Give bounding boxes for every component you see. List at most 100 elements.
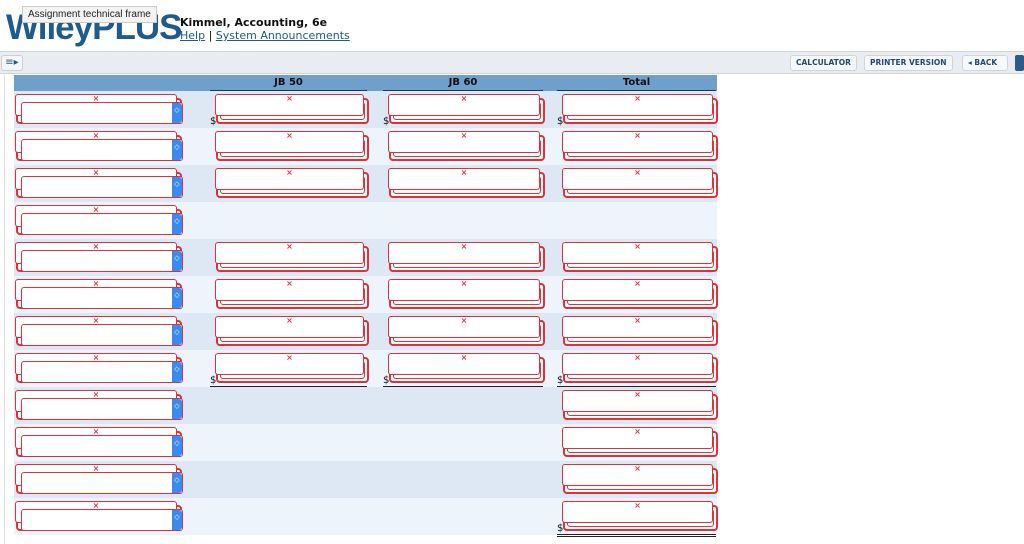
- amount-input-total[interactable]: ×: [562, 316, 718, 346]
- table-row: × ◇: [14, 202, 717, 239]
- total-underline: [557, 534, 716, 537]
- table-row: × ◇ × × ×: [14, 239, 718, 276]
- account-select-field[interactable]: × ◇: [15, 464, 183, 494]
- amount-input-total[interactable]: ×: [562, 501, 718, 531]
- toolbar: ≡▸ CALCULATOR PRINTER VERSION ◂ BACK: [0, 52, 1024, 74]
- account-select[interactable]: ◇: [21, 102, 183, 124]
- tooltip: Assignment technical frame: [22, 6, 157, 23]
- select-chevron-icon: ◇: [172, 473, 182, 493]
- header: WileyPLUS Assignment technical frame Kim…: [0, 0, 1024, 52]
- amount-input-jb50[interactable]: ×: [215, 316, 369, 346]
- account-select-field[interactable]: × ◇: [15, 316, 183, 346]
- table-row: × ◇ ×: [14, 387, 718, 425]
- error-icon: ×: [562, 316, 713, 338]
- calculator-button[interactable]: CALCULATOR: [790, 55, 857, 71]
- select-chevron-icon: ◇: [172, 251, 182, 271]
- table-row: × ◇ × × ×: [14, 165, 718, 203]
- amount-input-total[interactable]: ×: [562, 353, 718, 383]
- amount-input-jb50[interactable]: ×: [215, 242, 369, 272]
- back-button[interactable]: ◂ BACK: [962, 55, 1008, 71]
- select-chevron-icon: ◇: [172, 214, 182, 234]
- account-select[interactable]: ◇: [21, 250, 183, 272]
- error-icon: ×: [388, 131, 540, 153]
- table-row: × ◇ × $ × $ × $: [14, 91, 718, 128]
- amount-input-jb60[interactable]: ×: [388, 242, 545, 272]
- amount-input-jb50[interactable]: ×: [215, 94, 369, 124]
- error-icon: ×: [388, 353, 540, 375]
- account-select[interactable]: ◇: [21, 324, 183, 346]
- table-row: × ◇ × × ×: [14, 276, 718, 314]
- select-chevron-icon: ◇: [172, 399, 182, 419]
- currency-symbol: $: [383, 375, 390, 386]
- account-select[interactable]: ◇: [21, 509, 183, 531]
- account-select-field[interactable]: × ◇: [15, 131, 183, 161]
- select-chevron-icon: ◇: [172, 103, 182, 123]
- table-row: × ◇ × × ×: [14, 313, 718, 351]
- column-header-jb60: JB 60: [383, 77, 543, 91]
- toggle-menu-icon[interactable]: ≡▸: [1, 55, 23, 71]
- account-select-field[interactable]: × ◇: [15, 279, 183, 309]
- amount-input-total[interactable]: ×: [562, 168, 718, 198]
- amount-input-jb50[interactable]: ×: [215, 168, 369, 198]
- error-icon: ×: [562, 501, 713, 523]
- amount-input-jb60[interactable]: ×: [388, 131, 545, 161]
- select-chevron-icon: ◇: [172, 140, 182, 160]
- printer-version-button[interactable]: PRINTER VERSION: [864, 55, 953, 71]
- error-icon: ×: [215, 316, 364, 338]
- system-announcements-link[interactable]: System Announcements: [216, 29, 350, 42]
- amount-input-jb50[interactable]: ×: [215, 131, 369, 161]
- back-label: BACK: [974, 58, 998, 67]
- account-select[interactable]: ◇: [21, 139, 183, 161]
- currency-symbol: $: [557, 375, 564, 386]
- amount-input-total[interactable]: ×: [562, 390, 718, 420]
- amount-input-jb50[interactable]: ×: [215, 353, 369, 383]
- currency-symbol: $: [557, 116, 564, 127]
- account-select-field[interactable]: × ◇: [15, 242, 183, 272]
- currency-symbol: $: [383, 116, 390, 127]
- error-icon: ×: [215, 168, 364, 190]
- account-select[interactable]: ◇: [21, 213, 183, 235]
- error-icon: ×: [562, 168, 713, 190]
- amount-input-total[interactable]: ×: [562, 279, 718, 309]
- table-row: × ◇ × × ×: [14, 128, 718, 166]
- amount-input-total[interactable]: ×: [562, 427, 718, 457]
- error-icon: ×: [215, 94, 364, 116]
- account-select-field[interactable]: × ◇: [15, 501, 183, 531]
- account-select-field[interactable]: × ◇: [15, 353, 183, 383]
- amount-input-jb50[interactable]: ×: [215, 279, 369, 309]
- amount-input-jb60[interactable]: ×: [388, 94, 545, 124]
- table-row: × ◇ × $: [14, 498, 718, 537]
- error-icon: ×: [388, 94, 540, 116]
- account-select[interactable]: ◇: [21, 472, 183, 494]
- account-select[interactable]: ◇: [21, 176, 183, 198]
- amount-input-total[interactable]: ×: [562, 94, 718, 124]
- table-body: × ◇ × $ × $ × $ × ◇ × × × × ◇ × × × × ◇ × ◇ × × × × ◇ × × × × ◇ × × × × ◇ × $ ×…: [14, 91, 718, 537]
- amount-input-jb60[interactable]: ×: [388, 168, 545, 198]
- error-icon: ×: [215, 131, 364, 153]
- account-select-field[interactable]: × ◇: [15, 427, 183, 457]
- table-row: × ◇ ×: [14, 461, 718, 499]
- error-icon: ×: [562, 353, 713, 375]
- account-select[interactable]: ◇: [21, 361, 183, 383]
- amount-input-total[interactable]: ×: [562, 131, 718, 161]
- table-row: × ◇ ×: [14, 424, 718, 462]
- account-select-field[interactable]: × ◇: [15, 168, 183, 198]
- column-header-total: Total: [557, 77, 716, 91]
- account-select[interactable]: ◇: [21, 287, 183, 309]
- amount-input-jb60[interactable]: ×: [388, 353, 545, 383]
- currency-symbol: $: [210, 116, 217, 127]
- account-select[interactable]: ◇: [21, 435, 183, 457]
- amount-input-jb60[interactable]: ×: [388, 279, 545, 309]
- account-select-field[interactable]: × ◇: [15, 205, 183, 235]
- error-icon: ×: [562, 279, 713, 301]
- amount-input-total[interactable]: ×: [562, 242, 718, 272]
- amount-input-jb60[interactable]: ×: [388, 316, 545, 346]
- help-link[interactable]: Help: [180, 29, 205, 42]
- select-chevron-icon: ◇: [172, 325, 182, 345]
- account-select-field[interactable]: × ◇: [15, 390, 183, 420]
- account-select-field[interactable]: × ◇: [15, 94, 183, 124]
- amount-input-total[interactable]: ×: [562, 464, 718, 494]
- error-icon: ×: [388, 242, 540, 264]
- next-button[interactable]: [1015, 55, 1024, 71]
- account-select[interactable]: ◇: [21, 398, 183, 420]
